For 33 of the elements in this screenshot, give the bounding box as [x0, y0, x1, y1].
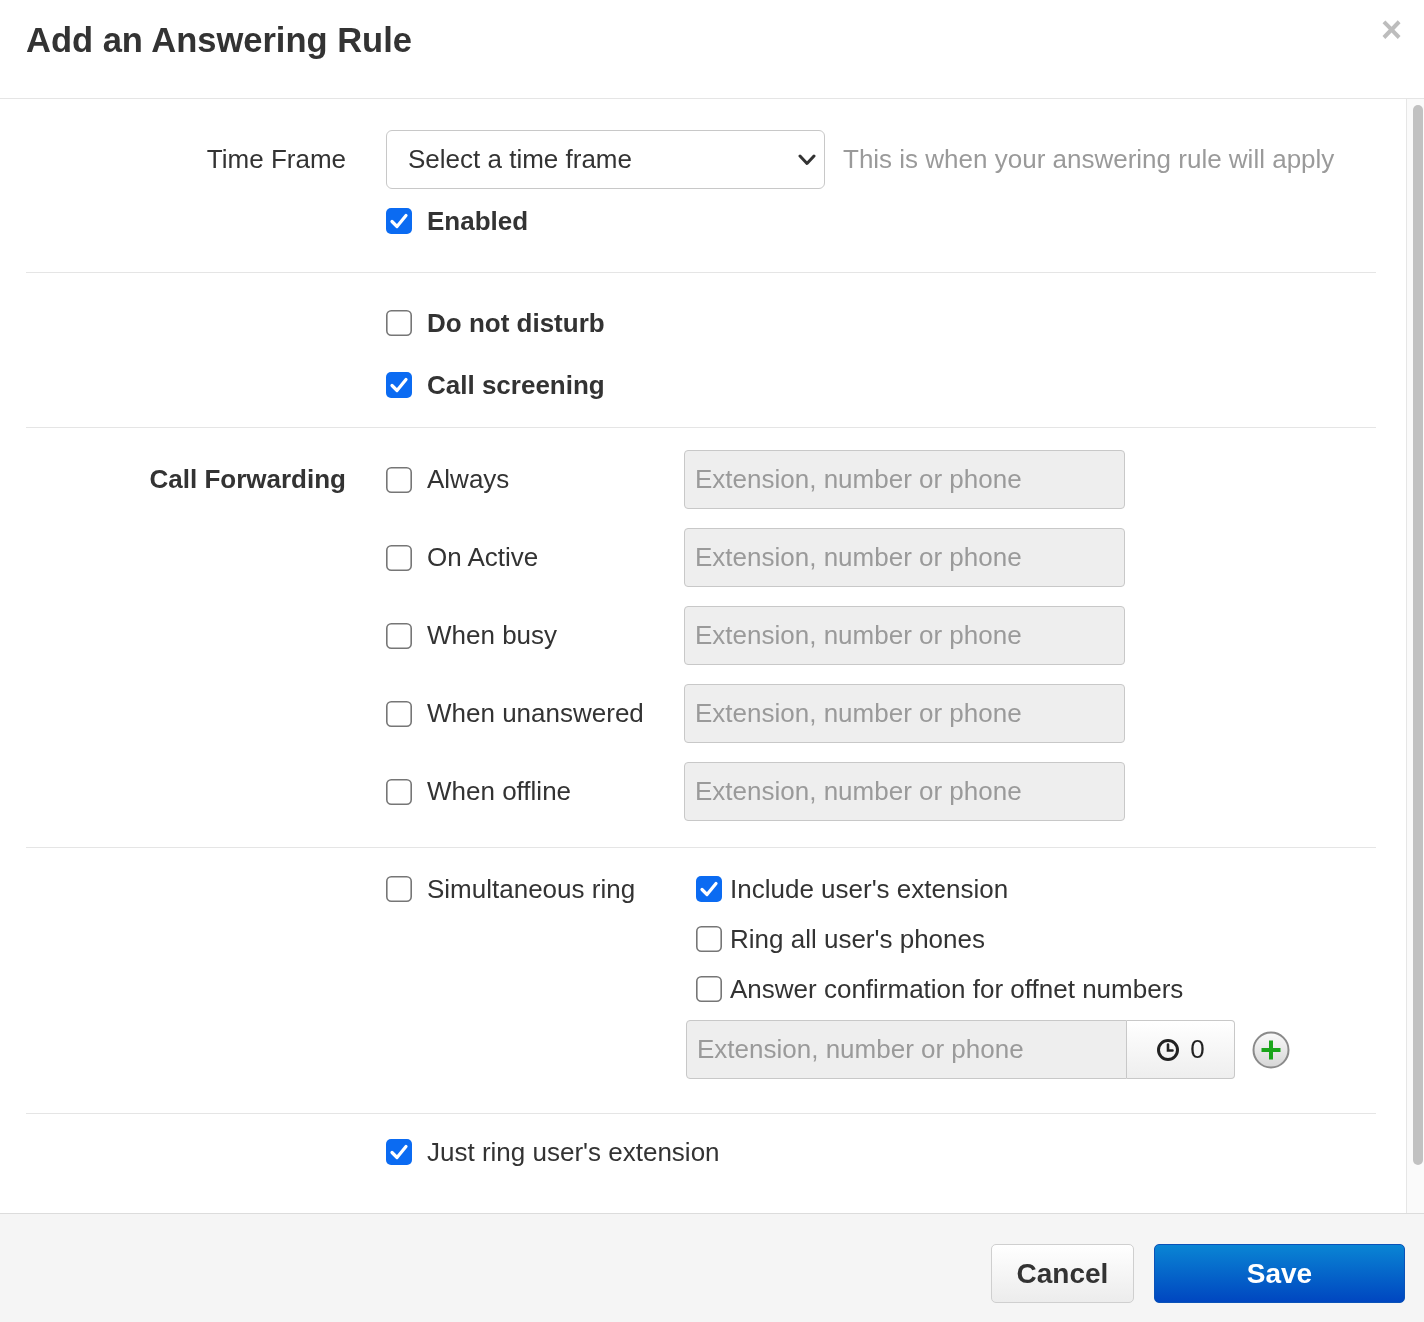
checkbox-label: When busy [427, 620, 558, 651]
cancel-button[interactable]: Cancel [991, 1244, 1134, 1303]
checkbox-label: Include user's extension [730, 873, 1009, 905]
checkbox-label: Simultaneous ring [427, 873, 636, 905]
checkbox[interactable] [386, 310, 412, 336]
chevron-icon [798, 153, 816, 166]
checkbox-label: Just ring user's extension [427, 1136, 720, 1168]
checkbox-label: Answer confirmation for offnet numbers [730, 973, 1184, 1005]
checkbox-label: On Active [427, 542, 539, 573]
scrollbar[interactable] [1406, 99, 1424, 1213]
checkbox[interactable] [696, 876, 722, 902]
checkbox-label: When offline [427, 776, 572, 807]
clock-icon [1156, 1037, 1181, 1062]
checkbox-label: Call screening [427, 369, 605, 401]
checkbox-label: When unanswered [427, 698, 644, 729]
checkbox[interactable] [386, 876, 412, 902]
checkbox[interactable] [386, 208, 412, 234]
scrollbar-thumb[interactable] [1413, 105, 1423, 1165]
checkbox-label: Ring all user's phones [730, 923, 985, 955]
checkbox[interactable] [696, 926, 722, 952]
dialog-title: Add an Answering Rule [26, 20, 412, 61]
checkbox[interactable] [386, 1139, 412, 1165]
add-icon[interactable] [1252, 1030, 1290, 1069]
checkbox[interactable] [386, 372, 412, 398]
hint-text: This is when your answering rule will apply [843, 144, 1335, 175]
checkbox-label: Always [427, 464, 510, 495]
checkbox-label: Enabled [427, 205, 529, 237]
time-frame-select[interactable]: Select a time frame [386, 130, 825, 189]
checkbox[interactable] [696, 976, 722, 1002]
field-label: Time Frame [206, 143, 346, 176]
save-button[interactable]: Save [1154, 1244, 1405, 1303]
section-label: Call Forwarding [149, 463, 346, 496]
checkbox-label: Do not disturb [427, 307, 605, 339]
